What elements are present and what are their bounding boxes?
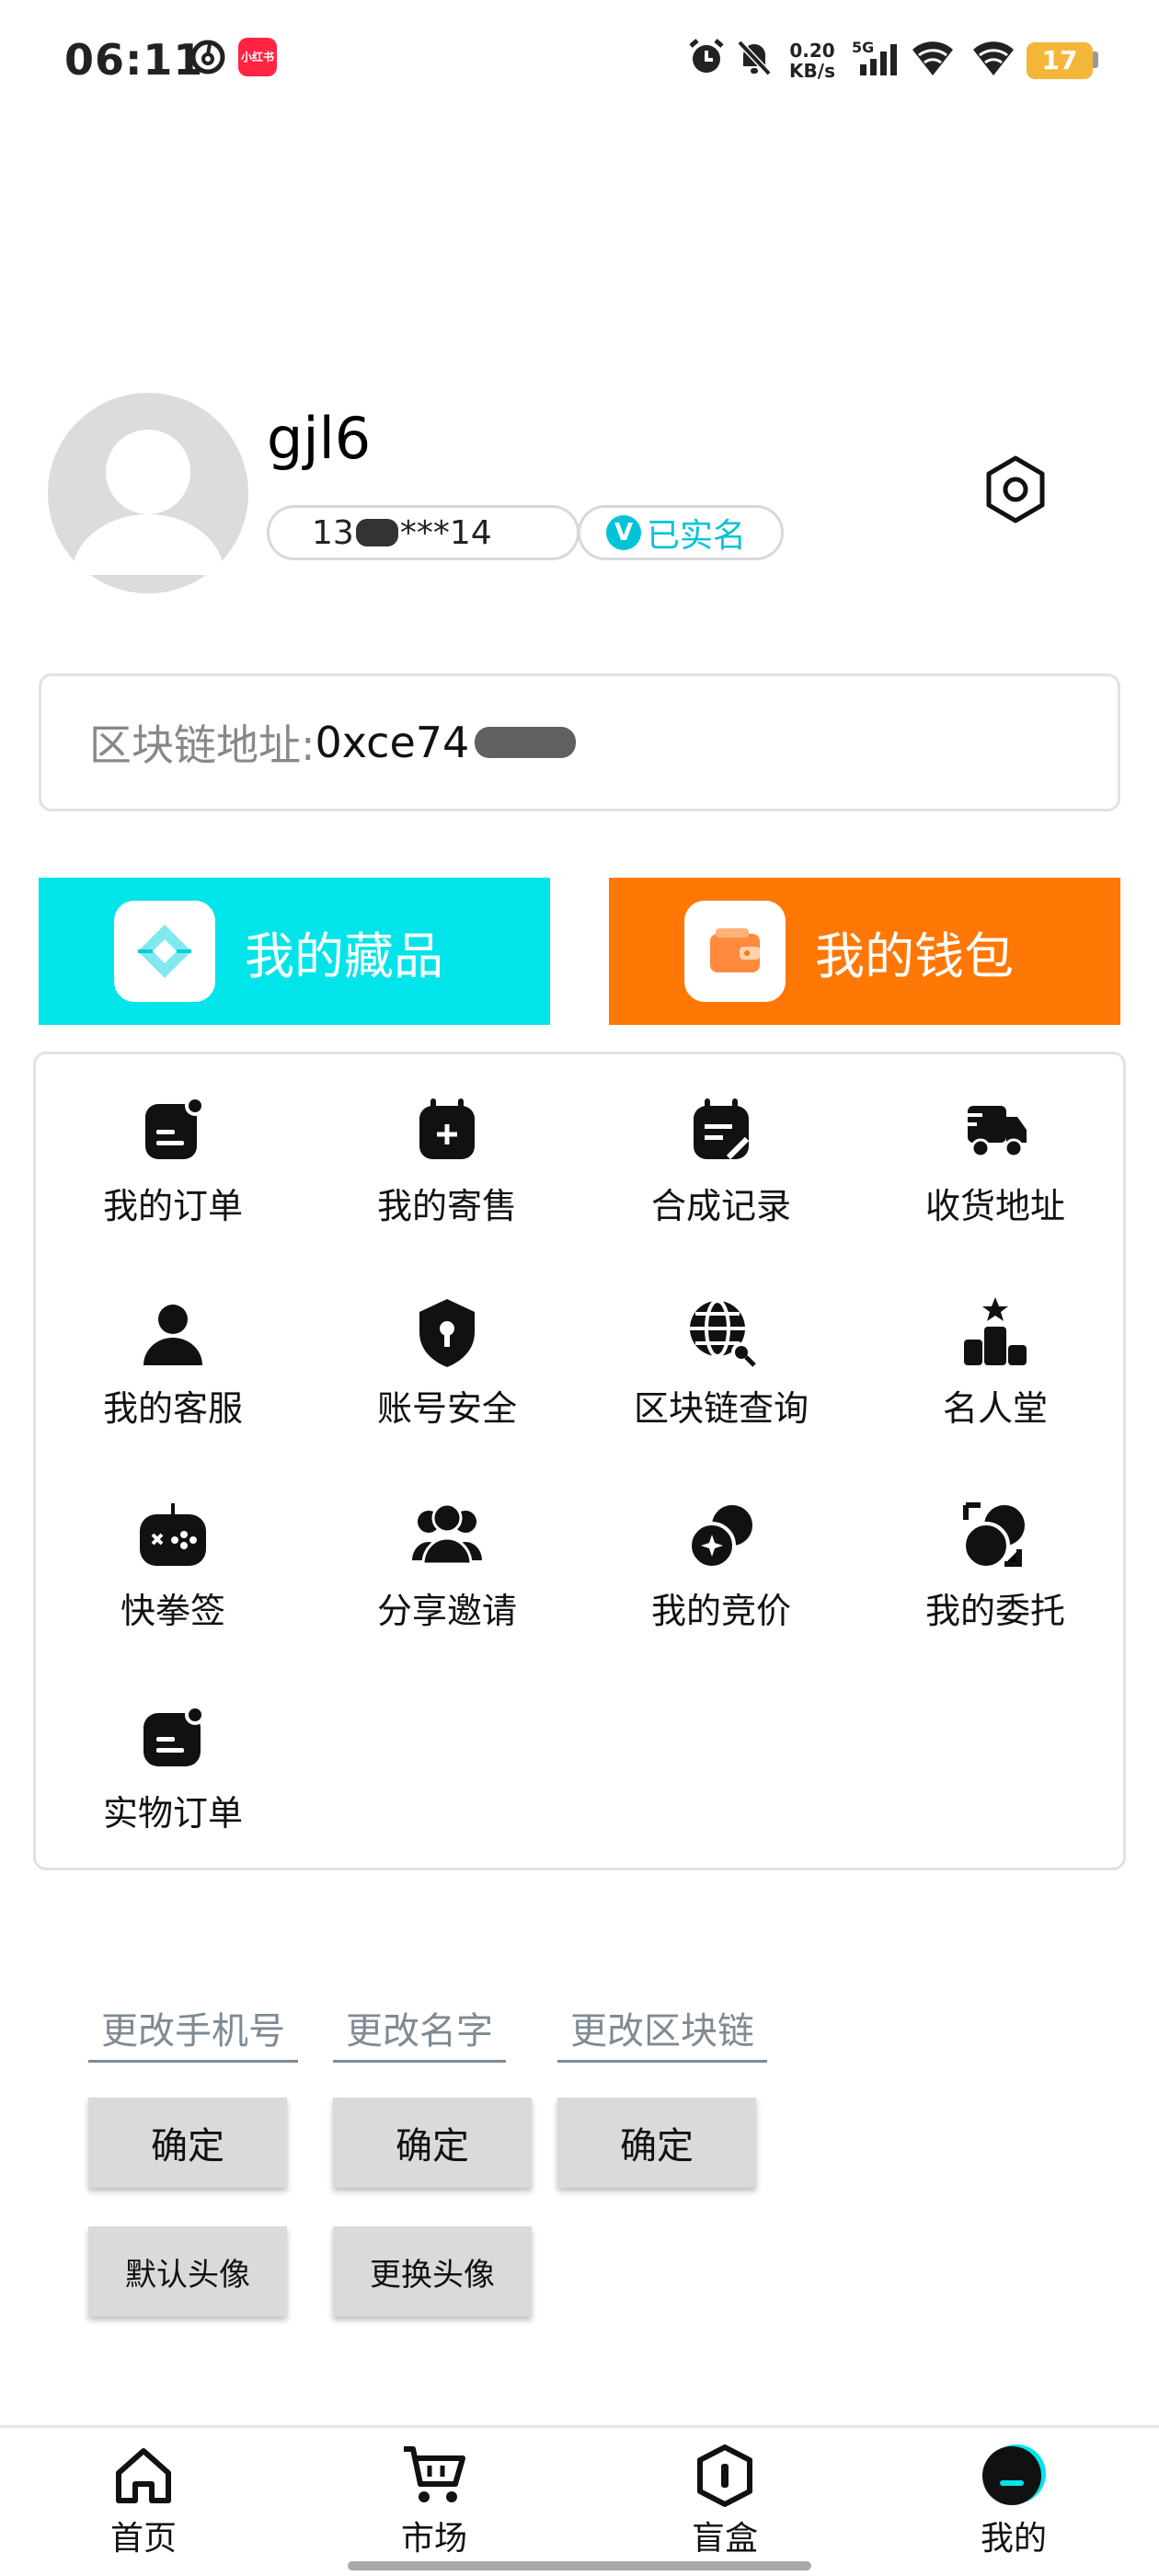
nav-market-label: 市场 (400, 2520, 467, 2558)
physical-order-icon (143, 1705, 205, 1766)
bottom-nav-divider (0, 2425, 1159, 2428)
menu-label: 分享邀请 (376, 1591, 517, 1631)
menu-item-my-orders[interactable]: 我的订单 (36, 1093, 310, 1228)
home-indicator[interactable] (348, 2561, 811, 2570)
settings-button[interactable] (977, 451, 1054, 528)
my-collection-button[interactable]: 我的藏品 (39, 878, 550, 1025)
globe-search-icon (690, 1299, 756, 1367)
avatar[interactable] (48, 393, 248, 593)
my-wallet-button[interactable]: 我的钱包 (609, 878, 1120, 1025)
my-wallet-label: 我的钱包 (815, 926, 1014, 985)
menu-label: 快拳签 (120, 1591, 225, 1631)
menu-item-customer-service[interactable]: 我的客服 (36, 1295, 310, 1431)
change-chain-link[interactable]: 更改区块链 (557, 2001, 767, 2063)
menu-label: 账号安全 (376, 1388, 517, 1429)
menu-item-account-security[interactable]: 账号安全 (310, 1295, 584, 1431)
phone-pill: 13 ***14 (267, 505, 580, 560)
battery-cap (1093, 52, 1098, 68)
confirm-phone-button[interactable]: 确定 (88, 2098, 287, 2188)
nav-profile-label: 我的 (980, 2520, 1047, 2558)
home-icon (116, 2448, 171, 2503)
collection-icon (114, 901, 215, 1002)
menu-item-share-invite[interactable]: 分享邀请 (310, 1498, 584, 1633)
order-icon (145, 1096, 205, 1159)
menu-item-shipping-address[interactable]: 收货地址 (858, 1093, 1132, 1228)
synthesis-record-icon (694, 1098, 750, 1160)
consignment-icon (419, 1098, 475, 1159)
customer-service-icon (143, 1305, 202, 1365)
nav-home-label: 首页 (109, 2520, 177, 2558)
blockchain-address-value: 0xce74 (315, 718, 470, 767)
menu-label: 实物订单 (102, 1793, 243, 1834)
menu-item-hall-of-fame[interactable]: 名人堂 (858, 1295, 1132, 1431)
menu-label: 我的竞价 (650, 1591, 791, 1631)
default-avatar-icon (72, 430, 224, 575)
nav-blind-box-label: 盲盒 (691, 2520, 758, 2558)
wifi-icon-2 (968, 37, 1019, 77)
menu-item-synthesis-record[interactable]: 合成记录 (584, 1093, 858, 1228)
net-speed-value: 0.20 (789, 40, 835, 62)
users-icon (412, 1502, 482, 1566)
my-collection-label: 我的藏品 (245, 926, 443, 985)
wifi-icon (907, 37, 958, 77)
menu-item-my-bids[interactable]: 我的竞价 (584, 1498, 858, 1633)
nav-market[interactable]: 市场 (361, 2444, 508, 2559)
menu-label: 我的客服 (102, 1388, 243, 1429)
shield-icon (419, 1299, 475, 1367)
mute-bell-icon (732, 37, 776, 77)
change-name-link[interactable]: 更改名字 (333, 2001, 506, 2063)
netease-music-icon (188, 37, 228, 77)
change-phone-link[interactable]: 更改手机号 (88, 2001, 298, 2063)
signal-icon (852, 37, 903, 77)
bid-icon (688, 1505, 752, 1570)
menu-item-blockchain-query[interactable]: 区块链查询 (584, 1295, 858, 1431)
menu-label: 合成记录 (650, 1186, 791, 1226)
menu-item-quick-sign[interactable]: 快拳签 (36, 1498, 310, 1633)
profile-icon (982, 2444, 1046, 2505)
phone-number: 13 (312, 513, 354, 552)
verified-badge: V 已实名 (578, 505, 784, 560)
wallet-icon (684, 901, 786, 1002)
nav-home[interactable]: 首页 (70, 2444, 217, 2559)
nav-profile[interactable]: 我的 (940, 2444, 1087, 2559)
verified-v-icon: V (606, 515, 641, 550)
xiaohongshu-icon: 小红书 (237, 37, 278, 77)
verified-label: 已实名 (647, 517, 747, 555)
podium-icon (964, 1297, 1027, 1365)
nav-blind-box[interactable]: 盲盒 (651, 2444, 798, 2559)
menu-label: 我的订单 (102, 1186, 243, 1226)
menu-item-my-entrust[interactable]: 我的委托 (858, 1498, 1132, 1633)
cart-icon (404, 2446, 465, 2502)
menu-label: 收货地址 (924, 1186, 1065, 1226)
battery-indicator: 17 (1027, 42, 1093, 79)
gamepad-icon (140, 1503, 206, 1566)
alarm-icon (684, 37, 729, 77)
menu-panel: 我的订单 我的寄售 合成记录 收货地址 我的客服 账号安全 区块链查询 名人堂 … (33, 1052, 1126, 1870)
menu-item-my-consignment[interactable]: 我的寄售 (310, 1093, 584, 1228)
menu-label: 我的委托 (924, 1591, 1065, 1631)
status-time: 06:11 (64, 35, 204, 85)
username: gjl6 (267, 405, 372, 472)
change-avatar-button[interactable]: 更换头像 (333, 2226, 532, 2317)
net-speed: 0.20 KB/s (785, 40, 840, 81)
blockchain-address-label: 区块链地址: (89, 720, 316, 770)
blockchain-address-box[interactable]: 区块链地址: 0xce74 (39, 673, 1120, 811)
settings-icon (986, 455, 1045, 523)
menu-label: 区块链查询 (633, 1388, 809, 1429)
menu-label: 我的寄售 (376, 1186, 517, 1226)
net-speed-unit: KB/s (789, 60, 835, 82)
confirm-chain-button[interactable]: 确定 (557, 2098, 756, 2188)
menu-label: 名人堂 (942, 1388, 1048, 1429)
menu-item-physical-orders[interactable]: 实物订单 (36, 1700, 310, 1835)
confirm-name-button[interactable]: 确定 (333, 2098, 532, 2188)
entrust-icon (962, 1502, 1025, 1570)
blind-box-icon (697, 2444, 752, 2507)
phone-masked: ***14 (399, 513, 492, 552)
default-avatar-button[interactable]: 默认头像 (88, 2226, 287, 2317)
truck-icon (962, 1106, 1027, 1158)
